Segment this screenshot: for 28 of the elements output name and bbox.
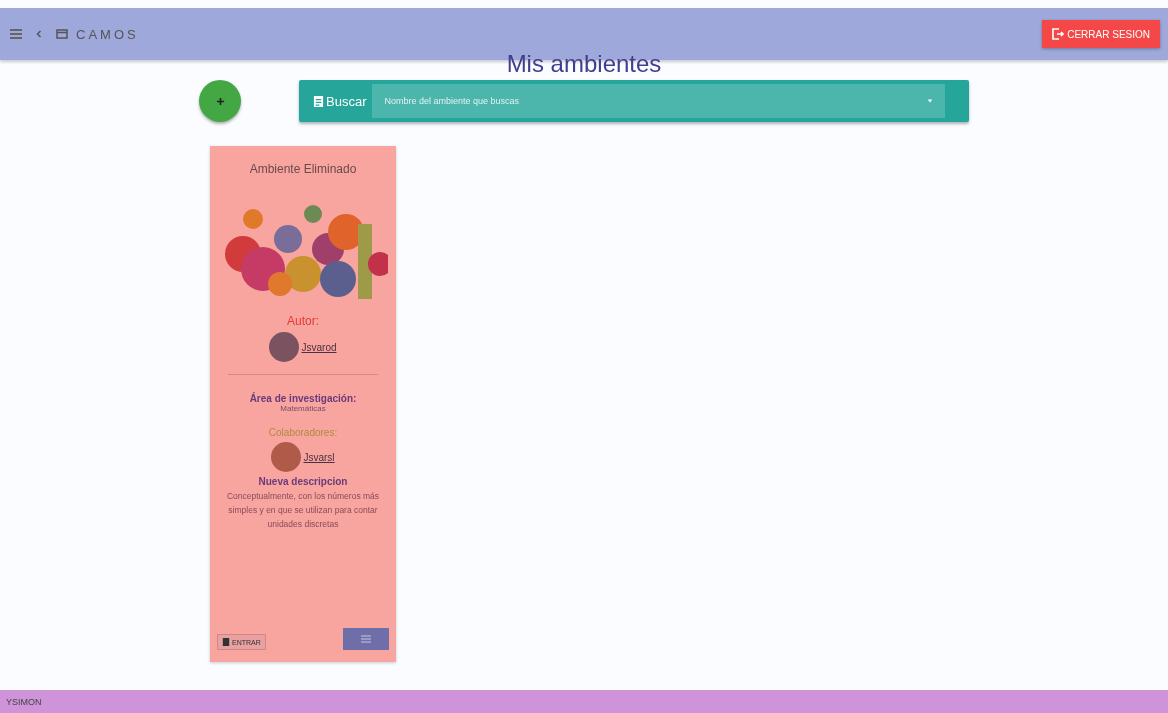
app-title: CAMOS	[76, 26, 139, 42]
search-field[interactable]: Nombre del ambiente que buscas	[372, 84, 915, 118]
author-label: Autor:	[287, 314, 319, 328]
avatar	[271, 442, 302, 472]
card-title: Ambiente Eliminado	[249, 162, 357, 176]
description-text: Conceptualmente, con los números más simples y en que se utilizan para contar unidades discretas	[225, 490, 381, 531]
plus-icon	[215, 96, 225, 106]
door-icon	[222, 637, 230, 647]
document-icon	[313, 94, 324, 108]
logout-icon	[1052, 28, 1065, 40]
area-label: Área de investigación:	[249, 393, 357, 404]
collaborators-label: Colaboradores:	[268, 427, 338, 438]
list-icon	[360, 634, 372, 644]
collaborator-link[interactable]: Jsvarsl	[303, 451, 335, 463]
add-button[interactable]	[199, 80, 241, 122]
author-link[interactable]: Jsvarod	[301, 341, 337, 353]
window-icon	[56, 29, 68, 39]
area-value: Matemáticas	[280, 404, 326, 413]
dropdown-toggle[interactable]	[915, 84, 945, 118]
menu-icon[interactable]	[10, 29, 22, 39]
avatar	[269, 332, 300, 362]
user-name: YSIMON	[6, 696, 42, 707]
description-title: Nueva descripcion	[258, 476, 348, 487]
search-label: Buscar	[299, 93, 373, 109]
caret-icon	[927, 98, 933, 104]
logout-button[interactable]: CERRAR SESION	[1042, 20, 1160, 48]
edit-button[interactable]	[343, 628, 389, 650]
page-title: Mis ambientes	[506, 52, 662, 76]
